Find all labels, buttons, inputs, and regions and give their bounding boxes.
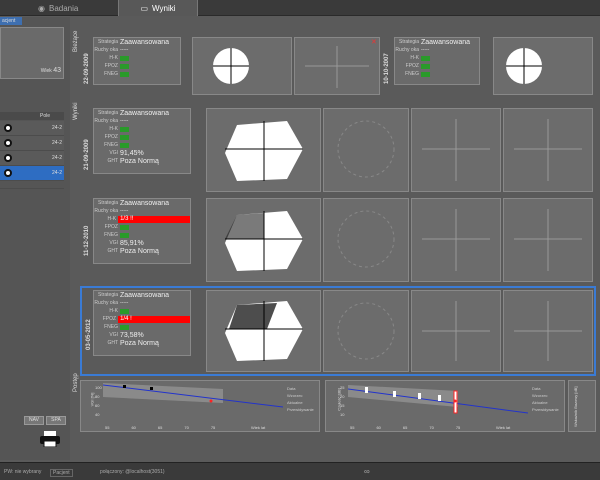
pattern-deviation-map[interactable] — [411, 108, 501, 192]
eye-icon — [4, 139, 12, 147]
pattern-deviation-map[interactable] — [411, 198, 501, 282]
pw-status: PW: nie wybrany — [4, 469, 42, 475]
date-label: 21-09-2009 — [84, 139, 90, 170]
age-value: 43 — [53, 67, 61, 74]
eye-icon — [4, 124, 12, 132]
pattern-deviation-map[interactable] — [411, 290, 501, 372]
alert-bar: 1/4 ! — [118, 315, 190, 323]
total-deviation-map[interactable] — [323, 198, 409, 282]
left-panel: acjent Wiek 43 Pole 24-2 24-2 24-2 24-2 … — [0, 17, 70, 460]
info-card: Strategia Zaawansowana Ruchy oka ----- H-K… — [93, 290, 191, 356]
date-label: 22-09-2009 — [84, 53, 90, 84]
tab-wyniki[interactable]: ▭ Wyniki — [118, 0, 198, 16]
probability-map[interactable] — [503, 290, 593, 372]
info-card: Strategia Zaawansowana Ruchy oka ----- H-K… — [93, 37, 181, 85]
monitor-icon: ▭ — [140, 3, 149, 13]
probability-map[interactable] — [503, 108, 593, 192]
visual-field-map[interactable] — [206, 198, 321, 282]
connection-status: połączony: @localhost(3051) — [100, 469, 165, 475]
legend: Data Wzorzec Aktualne Przewidywanie — [532, 386, 559, 412]
spa-button[interactable]: SPA — [46, 416, 66, 425]
eye-icon — [4, 154, 12, 162]
sensitivity-progress-chart[interactable]: Czułość [dB] 25 20 15 10 55 60 65 70 75 Wiek la… — [325, 380, 565, 432]
x-ticks: 55 60 65 70 75 — [350, 425, 461, 430]
list-header: Pole — [0, 112, 64, 120]
vgi-progress-chart[interactable]: VGI [%] 100 80 60 40 55 60 65 70 75 Wiek lat Da… — [80, 380, 320, 432]
tab-badania[interactable]: ◉ Badania — [38, 0, 118, 16]
baseline-index-bar: Wskaźnik Bazowy [dB] — [568, 380, 596, 432]
list-item-selected[interactable]: 24-2 — [0, 166, 64, 181]
patient-box: Wiek 43 — [0, 27, 64, 79]
probability-map[interactable] — [503, 198, 593, 282]
pin-icon: ◉ — [38, 3, 45, 13]
info-card: Strategia Zaawansowana Ruchy oka ----- H-K… — [93, 198, 191, 264]
tab-pacjent[interactable]: acjent — [0, 17, 22, 25]
close-icon[interactable]: ✕ — [371, 38, 377, 46]
top-bar: ◉ Badania ▭ Wyniki — [0, 0, 600, 16]
date-label: 03-05-2012 — [86, 319, 92, 350]
visual-field-map[interactable] — [192, 37, 292, 95]
list-item[interactable] — [0, 181, 64, 189]
list-item[interactable]: 24-2 — [0, 136, 64, 151]
x-ticks: 55 60 65 70 75 — [105, 425, 216, 430]
y-axis-label: VGI [%] — [89, 392, 95, 407]
patient-status: Pacjent — [50, 469, 73, 477]
date-label: 10-10-2007 — [384, 53, 390, 84]
y-ticks: 25 20 15 10 — [340, 385, 345, 417]
visual-field-map[interactable] — [206, 108, 321, 192]
status-bar: PW: nie wybrany Pacjent połączony: @loca… — [0, 462, 600, 480]
print-icon[interactable] — [40, 431, 60, 448]
total-deviation-map[interactable] — [323, 290, 409, 372]
x-axis-label: Wiek lat — [496, 425, 511, 430]
eye-icon — [4, 169, 12, 177]
visual-field-map[interactable] — [493, 37, 593, 95]
alert-bar: 1/3 !! — [118, 215, 190, 223]
list-item[interactable]: 24-2 — [0, 121, 64, 136]
legend: Data Wzorzec Aktualne Przewidywanie — [287, 386, 314, 412]
nav-button[interactable]: NAV — [24, 416, 44, 425]
link-icon: ∞ — [364, 467, 370, 476]
section-label-postep: Postęp — [73, 373, 79, 392]
section-label-wyniki: Wyniki — [73, 102, 79, 120]
deviation-map[interactable] — [294, 37, 380, 95]
y-ticks: 100 80 60 40 — [95, 385, 102, 417]
section-label-biezace: Bieżące — [73, 30, 79, 52]
total-deviation-map[interactable] — [323, 108, 409, 192]
info-card: Strategia Zaawansowana Ruchy oka ----- H-K… — [93, 108, 191, 174]
age-label: Wiek — [40, 68, 52, 74]
info-card: Strategia Zaawansowana Ruchy oka ----- H-K… — [394, 37, 480, 85]
list-item[interactable]: 24-2 — [0, 151, 64, 166]
date-label: 11-12-2010 — [84, 225, 90, 256]
x-axis-label: Wiek lat — [251, 425, 266, 430]
visual-field-map[interactable] — [206, 290, 321, 372]
